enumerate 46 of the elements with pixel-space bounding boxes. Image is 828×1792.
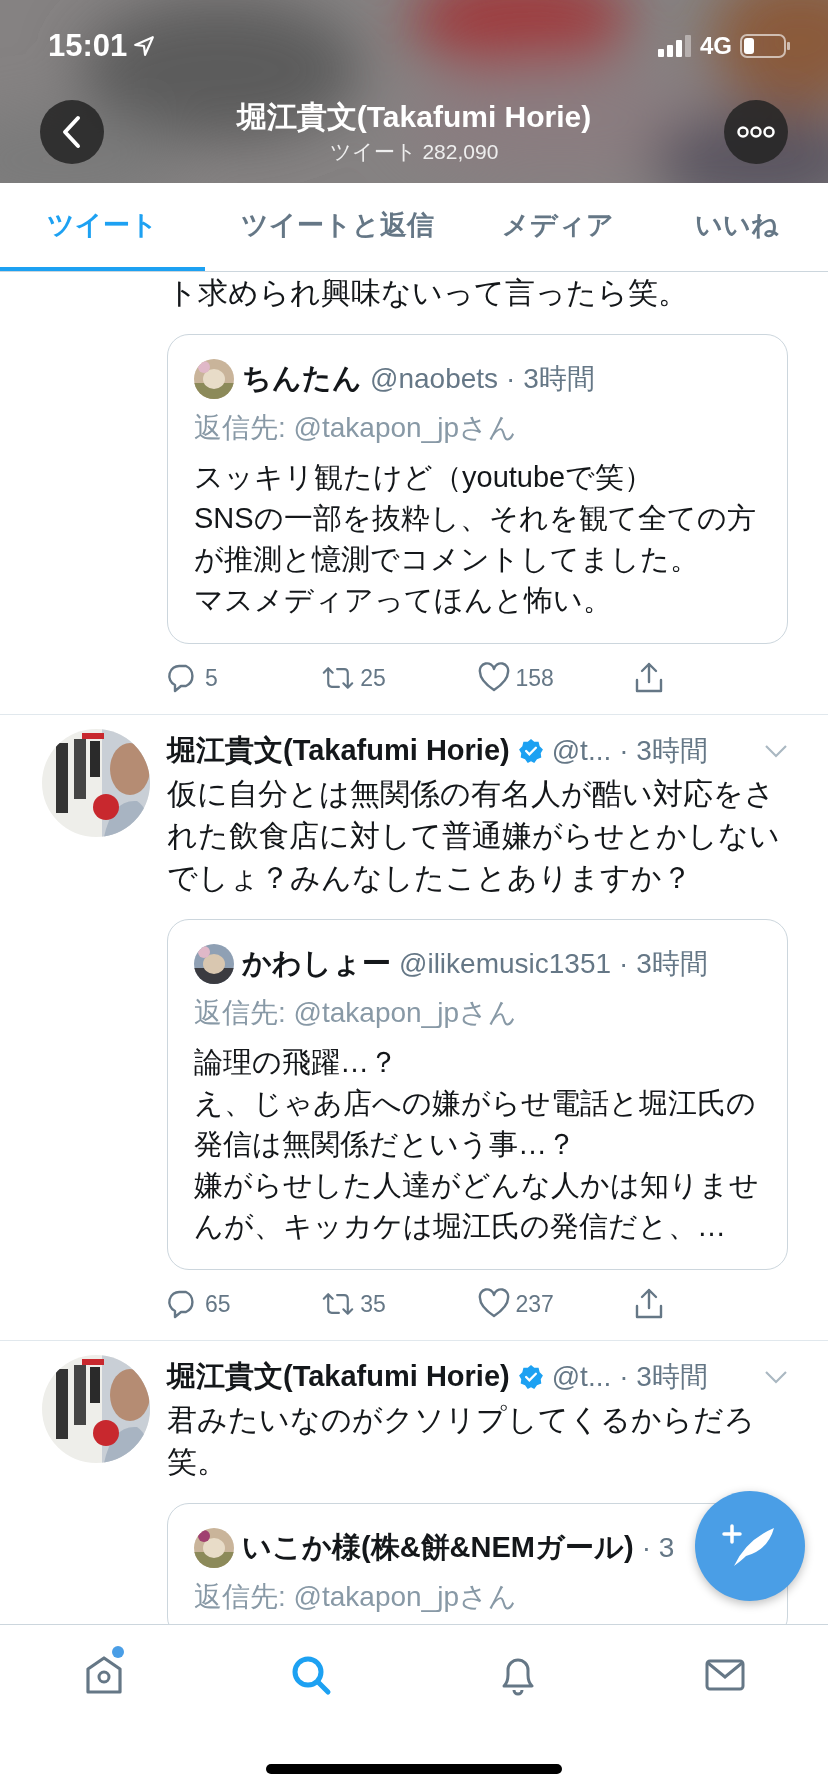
action-count: 237 (515, 1290, 554, 1318)
quoted-tweet-card[interactable]: ちんたん @naobets · 3時間 返信先: @takapon_jpさん スッキリ観たけど（youtubeで笑） SNSの一部を抜粋し、それを観て全ての方が推測と憶測でコメントしてました。 マスメディアってほんと怖い。 (167, 334, 788, 644)
action-count: 65 (205, 1290, 231, 1318)
quoted-tweet-text: SNSの一部を抜粋し、それを観て全ての方が推測と憶測でコメントしてました。 (194, 501, 757, 577)
author-name: 堀江貴文(Takafumi Horie) (167, 733, 510, 768)
quoted-author-name: いこか様(株&餅&NEMガール) (242, 1530, 634, 1565)
battery-icon (740, 34, 790, 58)
tweet-count: ツイート 282,090 (329, 139, 499, 165)
heart-icon[interactable] (477, 1288, 510, 1320)
quoted-tweet-time: · 3時間 (506, 362, 595, 396)
chevron-left-icon (61, 114, 83, 149)
author-name: 堀江貴文(Takafumi Horie) (167, 1359, 510, 1394)
action-count: 5 (205, 664, 218, 692)
quoted-tweet-time: · 3 (641, 1532, 675, 1564)
quoted-tweet-text: マスメディアってほんと怖い。 (194, 583, 613, 618)
quoted-tweet-text: え、じゃあ店への嫌がらせ電話と堀江氏の発信は無関係だという事…？ (194, 1086, 757, 1162)
tweet-text: 仮に自分とは無関係の有名人が酷い対応をされた飲食店に対して普通嫌がらせとかしないでしょ？みんなしたことありますか？ (167, 776, 781, 896)
action-count: 158 (515, 664, 554, 692)
signal-icon (658, 35, 692, 57)
quoted-author-handle: @ilikemusic1351 (399, 948, 612, 980)
quoted-tweet-text: 嫌がらせした人達がどんな人かは知りませんが、キッカケは堀江氏の発信だと、… (194, 1168, 760, 1244)
status-time: 15:01 (48, 28, 128, 64)
quoted-tweet-text: スッキリ観たけど（youtubeで笑） (194, 460, 655, 495)
quoted-tweet-time: · 3時間 (619, 947, 708, 981)
quoted-tweet-card[interactable]: かわしょー @ilikemusic1351 · 3時間 返信先: @takapon_jpさん 論理の飛躍…？ え、じゃあ店への嫌がらせ電話と堀江氏の発信は無関係だという事…？ 嫌がらせした人達がどんな人かは知りませんが、キッカケは堀江氏の発信だと、… (167, 919, 788, 1270)
location-arrow-icon (133, 35, 156, 57)
quoted-tweet-text: 論理の飛躍…？ (194, 1045, 399, 1080)
heart-icon[interactable] (477, 662, 510, 694)
reply-to-label: 返信先: @takapon_jpさん (194, 1580, 518, 1614)
action-count: 35 (360, 1290, 386, 1318)
quoted-author-handle: @naobets (370, 363, 499, 395)
tweet-time: · 3時間 (619, 734, 708, 768)
reply-to-label: 返信先: @takapon_jpさん (194, 411, 518, 445)
action-count: 25 (360, 664, 386, 692)
more-icon (736, 125, 776, 138)
reply-to-label: 返信先: @takapon_jpさん (194, 996, 518, 1030)
profile-name: 堀江貴文(Takafumi Horie) (236, 99, 592, 135)
quoted-author-name: かわしょー (242, 946, 391, 981)
author-handle: @t... (551, 1361, 612, 1393)
quoted-author-name: ちんたん (242, 361, 362, 396)
network-label: 4G (700, 32, 732, 60)
author-handle: @t... (551, 735, 612, 767)
tweet-text: 君みたいなのがクソリプしてくるからだろ笑。 (167, 1402, 756, 1480)
tweet-text: ト求められ興味ないって言ったら笑。 (167, 275, 689, 311)
tweet-time: · 3時間 (619, 1360, 708, 1394)
floating-compose-button-overlay[interactable] (695, 1491, 805, 1601)
